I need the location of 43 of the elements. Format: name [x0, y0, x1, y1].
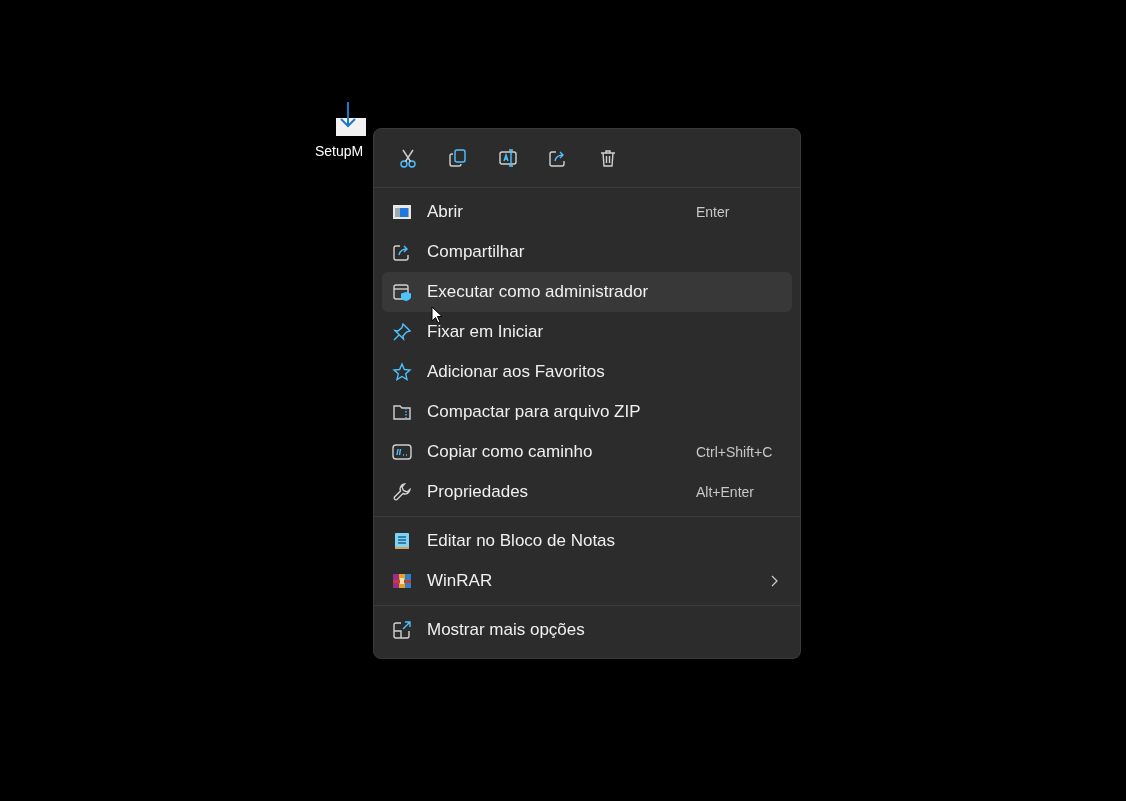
shortcut-text: Ctrl+Shift+C [696, 442, 774, 462]
menu-item[interactable]: Executar como administrador [382, 272, 792, 312]
shield-window-icon [392, 282, 412, 302]
menu-item-label: Adicionar aos Favoritos [427, 361, 605, 384]
zip-folder-icon [392, 402, 412, 422]
trash-icon [598, 148, 618, 168]
menu-item-label: Executar como administrador [427, 281, 649, 304]
notepad-icon [392, 531, 412, 551]
menu-item-label: Compartilhar [427, 241, 525, 264]
wrench-icon [392, 482, 412, 502]
menu-item[interactable]: Editar no Bloco de Notas [382, 521, 792, 561]
menu-item-label: Editar no Bloco de Notas [427, 530, 616, 553]
menu-item-label: Mostrar mais opções [427, 619, 585, 642]
menu-item-label: Copiar como caminho [427, 441, 593, 464]
menu-item[interactable]: Propriedades Alt+Enter [382, 472, 792, 512]
share-icon [548, 148, 568, 168]
expand-icon [392, 620, 412, 640]
pin-icon [392, 322, 412, 342]
menu-item[interactable]: Copiar como caminho Ctrl+Shift+C [382, 432, 792, 472]
copy-icon [448, 148, 468, 168]
menu-item[interactable]: Fixar em Iniciar [382, 312, 792, 352]
path-icon [392, 442, 412, 462]
share-icon [392, 242, 412, 262]
menu-item[interactable]: Abrir Enter [382, 192, 792, 232]
shortcut-text: Enter [696, 202, 731, 222]
archive-books-icon [392, 571, 412, 591]
menu-item-label: WinRAR [427, 570, 493, 593]
menu-item-label: Propriedades [427, 481, 529, 504]
window-icon [392, 202, 412, 222]
menu-item-label: Compactar para arquivo ZIP [427, 401, 641, 424]
cut-icon [398, 148, 418, 168]
rename-icon [498, 148, 518, 168]
mouse-pointer-icon [431, 306, 443, 324]
star-icon [392, 362, 412, 382]
file-name: SetupM [315, 142, 364, 161]
menu-item-label: Fixar em Iniciar [427, 321, 544, 344]
menu-item[interactable]: Compartilhar [382, 232, 792, 272]
menu-item-label: Abrir [427, 201, 463, 224]
menu-item[interactable]: Adicionar aos Favoritos [382, 352, 792, 392]
menu-item[interactable]: WinRAR [382, 561, 792, 601]
menu-item[interactable]: Compactar para arquivo ZIP [382, 392, 792, 432]
menu-item[interactable]: Mostrar mais opções [382, 610, 792, 650]
shortcut-text: Alt+Enter [696, 482, 755, 502]
